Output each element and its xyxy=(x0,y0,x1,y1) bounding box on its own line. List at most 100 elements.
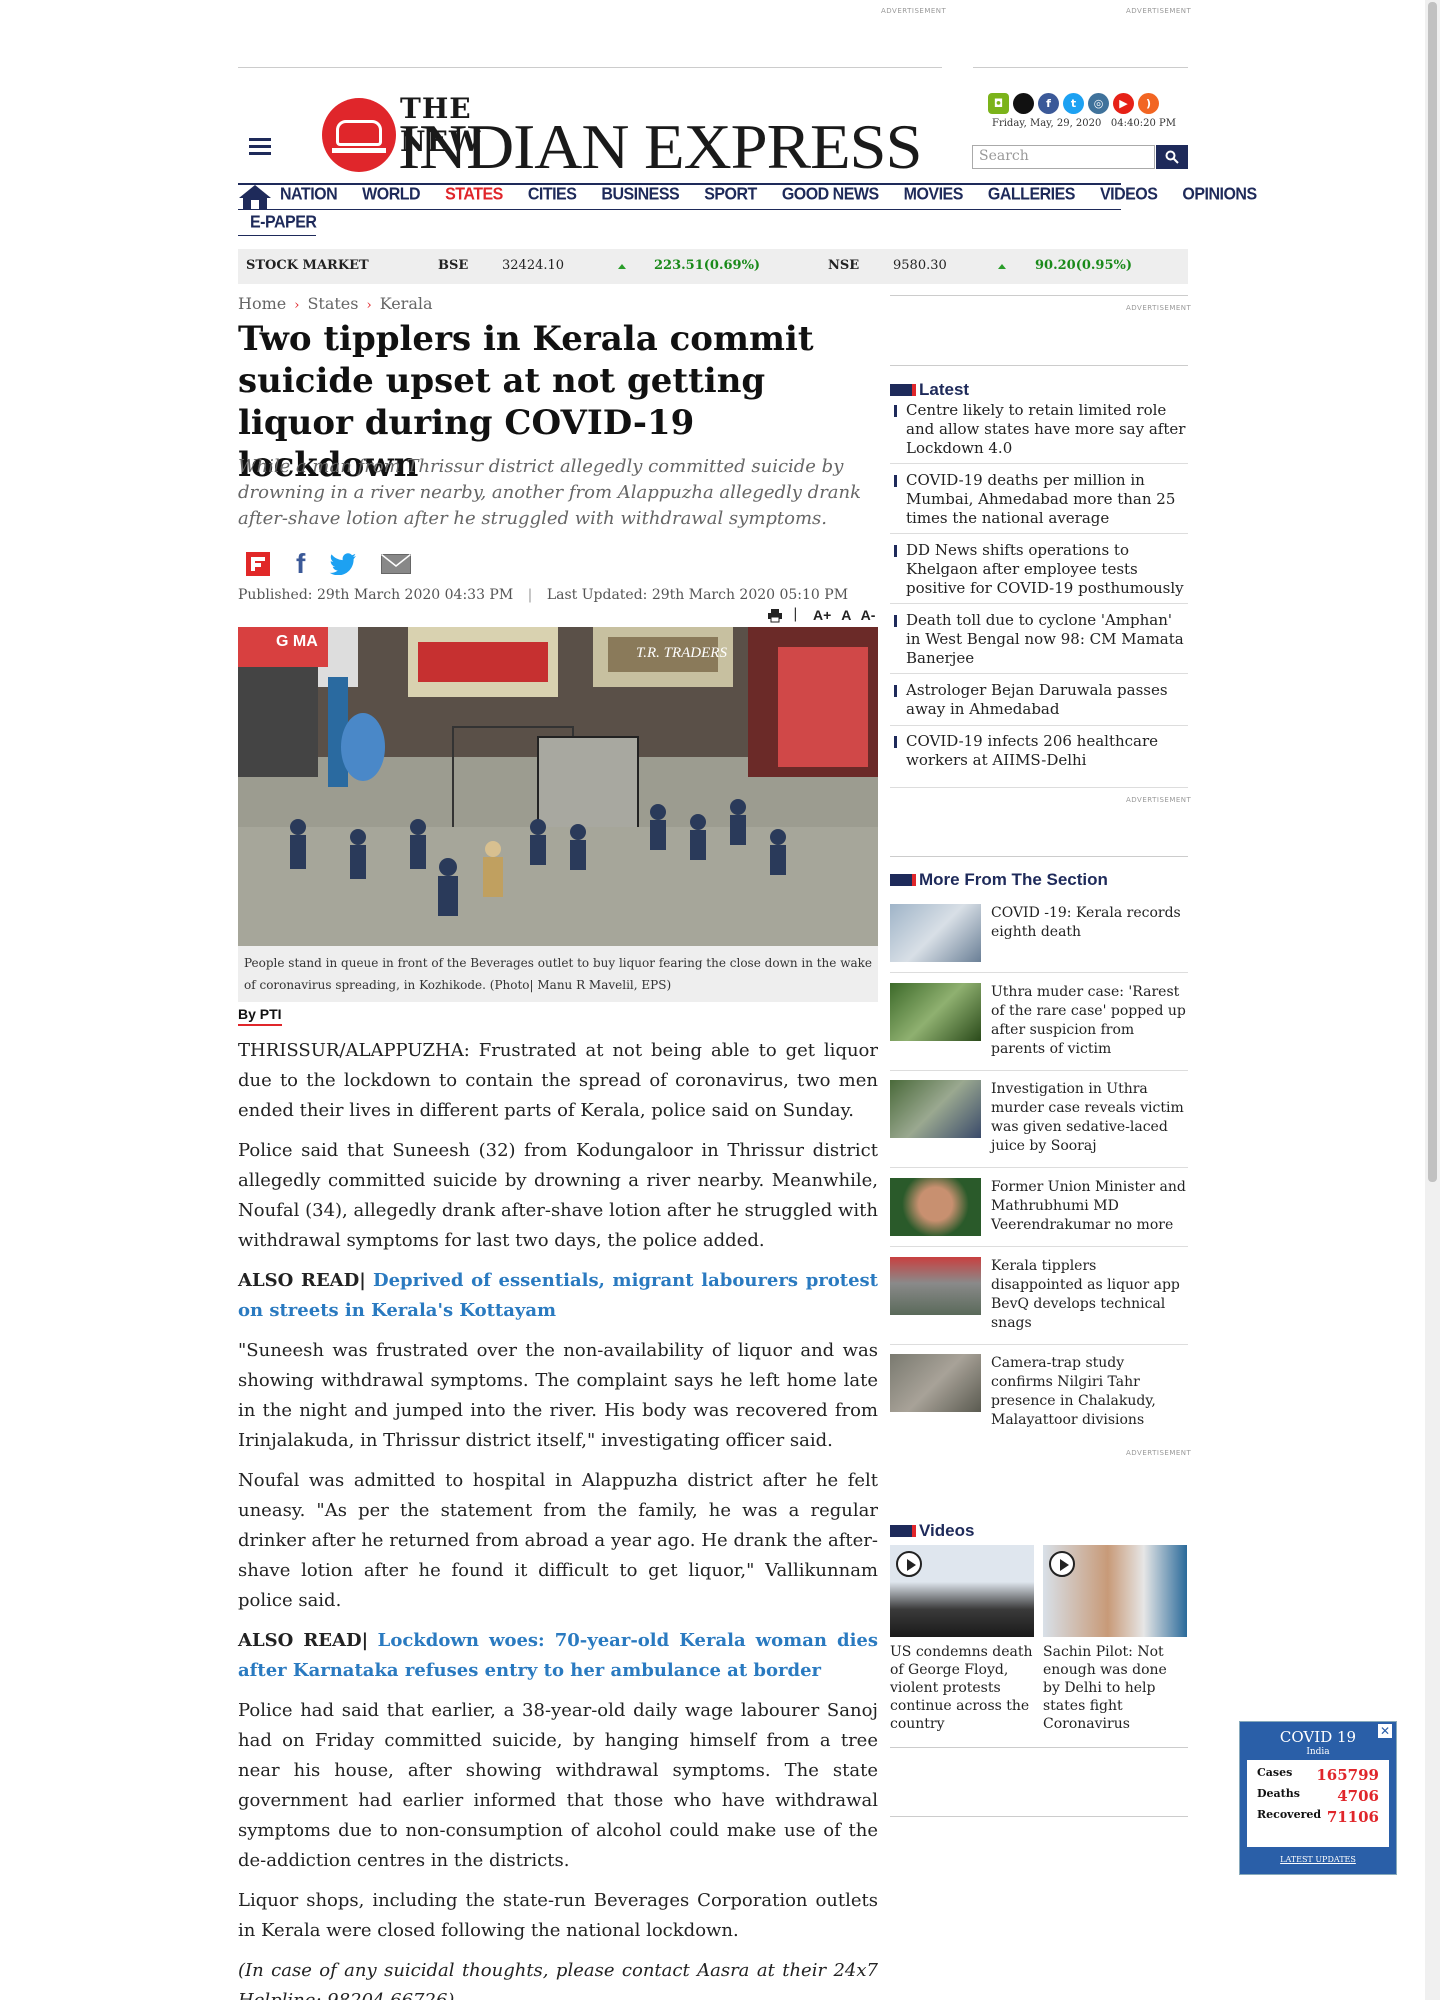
more-item-title: Camera-trap study confirms Nilgiri Tahr … xyxy=(991,1355,1156,1428)
rss-icon[interactable]: ) xyxy=(1138,93,1159,114)
latest-item[interactable]: COVID-19 infects 206 healthcare workers … xyxy=(890,732,1188,788)
header-datetime: Friday, May, 29, 2020 04:40:20 PM xyxy=(992,118,1176,129)
stock-label: STOCK MARKET xyxy=(246,258,369,273)
more-item[interactable]: Uthra muder case: 'Rarest of the rare ca… xyxy=(890,983,1188,1071)
article-body: THRISSUR/ALAPPUZHA: Frustrated at not be… xyxy=(238,1036,878,2000)
nav-world[interactable]: WORLD xyxy=(362,185,420,205)
more-item-thumbnail xyxy=(890,983,981,1041)
covid-recovered-row: Recovered 71106 xyxy=(1257,1808,1379,1826)
search-button[interactable] xyxy=(1156,145,1188,169)
article-paragraph: Noufal was admitted to hospital in Alapp… xyxy=(238,1470,878,1611)
updated-date: Last Updated: 29th March 2020 05:10 PM xyxy=(546,587,849,603)
facebook-share-icon[interactable]: f xyxy=(296,548,305,580)
email-share-icon[interactable] xyxy=(381,553,411,578)
divider xyxy=(890,1747,1188,1748)
instagram-icon[interactable]: ◎ xyxy=(1088,93,1109,114)
twitter-share-icon[interactable] xyxy=(329,553,357,579)
more-item[interactable]: Kerala tipplers disappointed as liquor a… xyxy=(890,1257,1188,1345)
divider xyxy=(973,67,1188,68)
nav-epaper[interactable]: E-PAPER xyxy=(250,213,317,233)
nav-nation[interactable]: NATION xyxy=(280,185,338,205)
more-item[interactable]: Former Union Minister and Mathrubhumi MD… xyxy=(890,1178,1188,1247)
nav-business[interactable]: BUSINESS xyxy=(601,185,679,205)
breadcrumb-kerala[interactable]: Kerala xyxy=(380,294,433,313)
social-icons: ◘ f t ◎ ▶ ) xyxy=(988,93,1159,114)
logo-main-text: INDIAN EXPRESS xyxy=(398,111,923,182)
nav-opinions[interactable]: OPINIONS xyxy=(1182,185,1257,205)
latest-item[interactable]: Astrologer Bejan Daruwala passes away in… xyxy=(890,681,1188,726)
more-item[interactable]: COVID -19: Kerala records eighth death xyxy=(890,904,1188,973)
print-icon[interactable] xyxy=(767,608,783,627)
home-icon[interactable] xyxy=(238,184,272,214)
latest-item[interactable]: DD News shifts operations to Khelgaon af… xyxy=(890,541,1188,604)
ad-label: ADVERTISEMENT xyxy=(1126,1449,1192,1457)
menu-icon[interactable] xyxy=(249,134,271,159)
bse-change: 223.51(0.69%) xyxy=(654,258,761,273)
byline[interactable]: By PTI xyxy=(238,1006,282,1026)
search-input[interactable]: Search xyxy=(972,145,1155,169)
videos-heading: Videos xyxy=(890,1521,974,1541)
twitter-icon[interactable]: t xyxy=(1063,93,1084,114)
covid-stats: Cases 165799 Deaths 4706 Recovered 71106 xyxy=(1247,1760,1389,1847)
more-item-title: Investigation in Uthra murder case revea… xyxy=(991,1081,1184,1154)
android-icon[interactable]: ◘ xyxy=(988,93,1009,114)
close-icon[interactable]: ✕ xyxy=(1378,1724,1392,1738)
up-arrow-icon xyxy=(618,264,626,269)
videos-heading-text: Videos xyxy=(919,1521,975,1540)
video-thumbnail xyxy=(890,1545,1034,1637)
more-item[interactable]: Camera-trap study confirms Nilgiri Tahr … xyxy=(890,1354,1188,1442)
scrollbar[interactable] xyxy=(1425,0,1440,2000)
more-item[interactable]: Investigation in Uthra murder case revea… xyxy=(890,1080,1188,1168)
article-paragraph: Police had said that earlier, a 38-year-… xyxy=(238,1700,878,1871)
latest-item[interactable]: COVID-19 deaths per million in Mumbai, A… xyxy=(890,471,1188,534)
article-paragraph: THRISSUR/ALAPPUZHA: Frustrated at not be… xyxy=(238,1040,878,1121)
nav-videos[interactable]: VIDEOS xyxy=(1100,185,1158,205)
nav-states[interactable]: STATES xyxy=(445,185,503,205)
breadcrumb-states[interactable]: States xyxy=(307,294,358,313)
ad-label: ADVERTISEMENT xyxy=(881,7,947,15)
play-icon xyxy=(896,1551,922,1577)
nav-sport[interactable]: SPORT xyxy=(704,185,757,205)
section-flag-icon xyxy=(890,384,916,396)
more-item-thumbnail xyxy=(890,904,981,962)
nav-movies[interactable]: MOVIES xyxy=(904,185,964,205)
font-decrease-button[interactable]: A- xyxy=(861,607,876,623)
bse-value: 32424.10 xyxy=(502,258,565,273)
divider xyxy=(238,67,942,68)
font-increase-button[interactable]: A+ xyxy=(813,607,831,623)
video-card[interactable]: US condemns death of George Floyd, viole… xyxy=(890,1545,1034,1733)
flipboard-icon[interactable] xyxy=(246,552,270,576)
up-arrow-icon xyxy=(998,264,1006,269)
video-title: Sachin Pilot: Not enough was done by Del… xyxy=(1043,1644,1167,1732)
more-item-title: Uthra muder case: 'Rarest of the rare ca… xyxy=(991,984,1186,1057)
article-meta: Published: 29th March 2020 04:33 PM | La… xyxy=(238,587,848,603)
cases-value: 165799 xyxy=(1316,1766,1379,1784)
latest-heading: Latest xyxy=(890,380,969,400)
breadcrumb-home[interactable]: Home xyxy=(238,294,286,313)
video-card[interactable]: Sachin Pilot: Not enough was done by Del… xyxy=(1043,1545,1187,1733)
chevron-right-icon: › xyxy=(294,298,300,313)
tool-separator: | xyxy=(793,606,798,622)
youtube-icon[interactable]: ▶ xyxy=(1113,93,1134,114)
main-nav: NATION WORLD STATES CITIES BUSINESS SPOR… xyxy=(280,185,1257,205)
more-item-thumbnail xyxy=(890,1178,981,1236)
video-title: US condemns death of George Floyd, viole… xyxy=(890,1644,1033,1732)
nav-galleries[interactable]: GALLERIES xyxy=(988,185,1076,205)
stock-ticker: STOCK MARKET BSE 32424.10 223.51(0.69%) … xyxy=(238,249,1188,284)
nav-cities[interactable]: CITIES xyxy=(528,185,577,205)
nav-good-news[interactable]: GOOD NEWS xyxy=(782,185,879,205)
scrollbar-thumb[interactable] xyxy=(1428,2,1437,1182)
also-read-label: ALSO READ| xyxy=(238,1270,366,1291)
font-reset-button[interactable]: A xyxy=(841,607,851,623)
video-thumbnail xyxy=(1043,1545,1187,1637)
covid-updates-link[interactable]: LATEST UPDATES xyxy=(1240,1855,1396,1864)
covid-widget: COVID 19 India ✕ Cases 165799 Deaths 4706 … xyxy=(1239,1721,1397,1875)
latest-item[interactable]: Centre likely to retain limited role and… xyxy=(890,401,1188,464)
covid-title: COVID 19 xyxy=(1279,1728,1357,1746)
latest-item[interactable]: Death toll due to cyclone 'Amphan' in We… xyxy=(890,611,1188,674)
article-image: G MA T.R. TRADERS xyxy=(238,627,878,946)
apple-icon[interactable] xyxy=(1013,93,1034,114)
facebook-icon[interactable]: f xyxy=(1038,93,1059,114)
epaper-rule xyxy=(238,235,316,236)
nse-change: 90.20(0.95%) xyxy=(1035,258,1133,273)
